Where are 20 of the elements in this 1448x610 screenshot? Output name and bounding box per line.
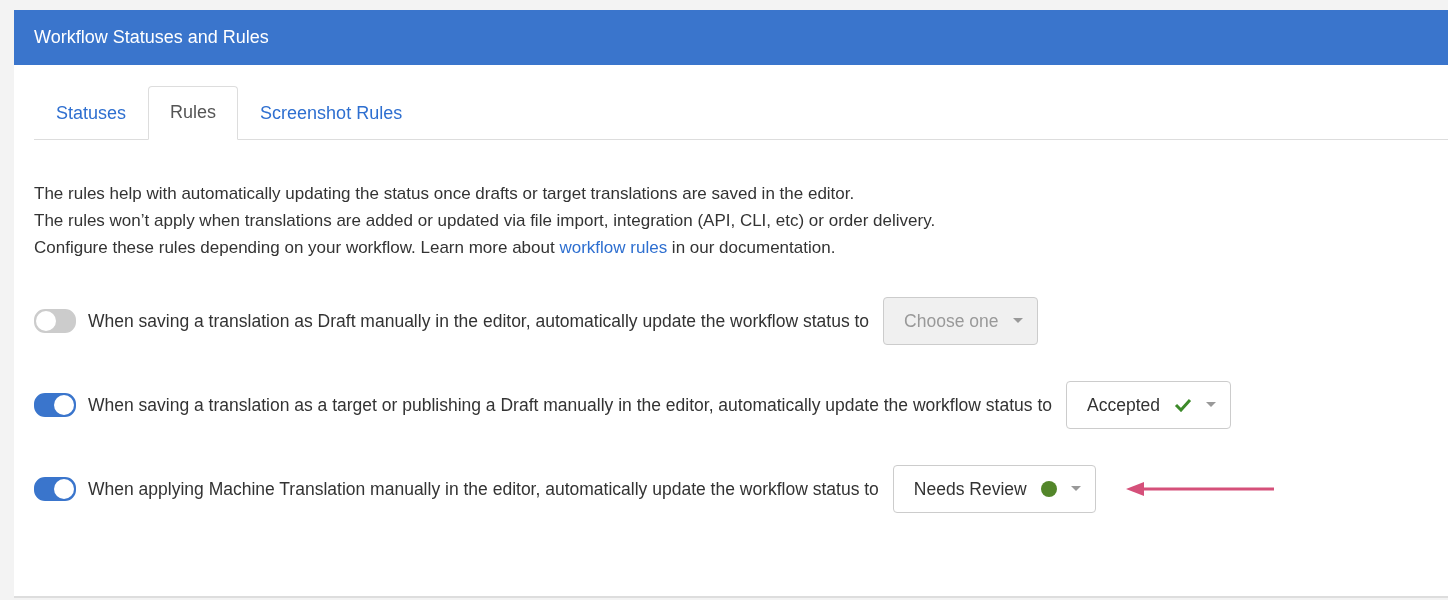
toggle-switch[interactable]	[34, 477, 76, 501]
rule-text: When saving a translation as Draft manually in the editor, automatically update the workflow status to	[88, 310, 870, 332]
caret-icon	[1205, 402, 1216, 408]
tab[interactable]: Screenshot Rules	[238, 86, 425, 140]
intro-text: in our documentation.	[670, 238, 836, 257]
workflow-rules-link[interactable]: workflow rules	[559, 238, 668, 257]
intro-text: Configure these rules depending on your workflow. Learn more about	[34, 238, 556, 257]
caret-icon	[1070, 486, 1081, 492]
status-dropdown[interactable]: Needs Review	[892, 465, 1096, 513]
rule-text: When applying Machine Translation manually in the editor, automatically update the workflow status to	[88, 478, 879, 500]
intro-text: The rules won’t apply when translations are added or updated via file import, integration (API, CLI, etc) or order delivery.	[34, 210, 937, 232]
toggle-switch[interactable]	[34, 393, 76, 417]
toggle-switch[interactable]	[34, 309, 76, 333]
intro-text: The rules help with automatically updating the status once drafts or target translations are saved in the editor.	[34, 183, 856, 205]
tab[interactable]: Rules	[148, 86, 239, 140]
caret-icon	[1012, 318, 1023, 324]
rule-text: When saving a translation as a target or publishing a Draft manually in the editor, automatically update the workflow status to	[88, 394, 1052, 416]
status-dropdown[interactable]: Accepted	[1066, 381, 1231, 429]
tab[interactable]: Statuses	[34, 86, 149, 140]
panel-title: Workflow Statuses and Rules	[34, 27, 269, 48]
